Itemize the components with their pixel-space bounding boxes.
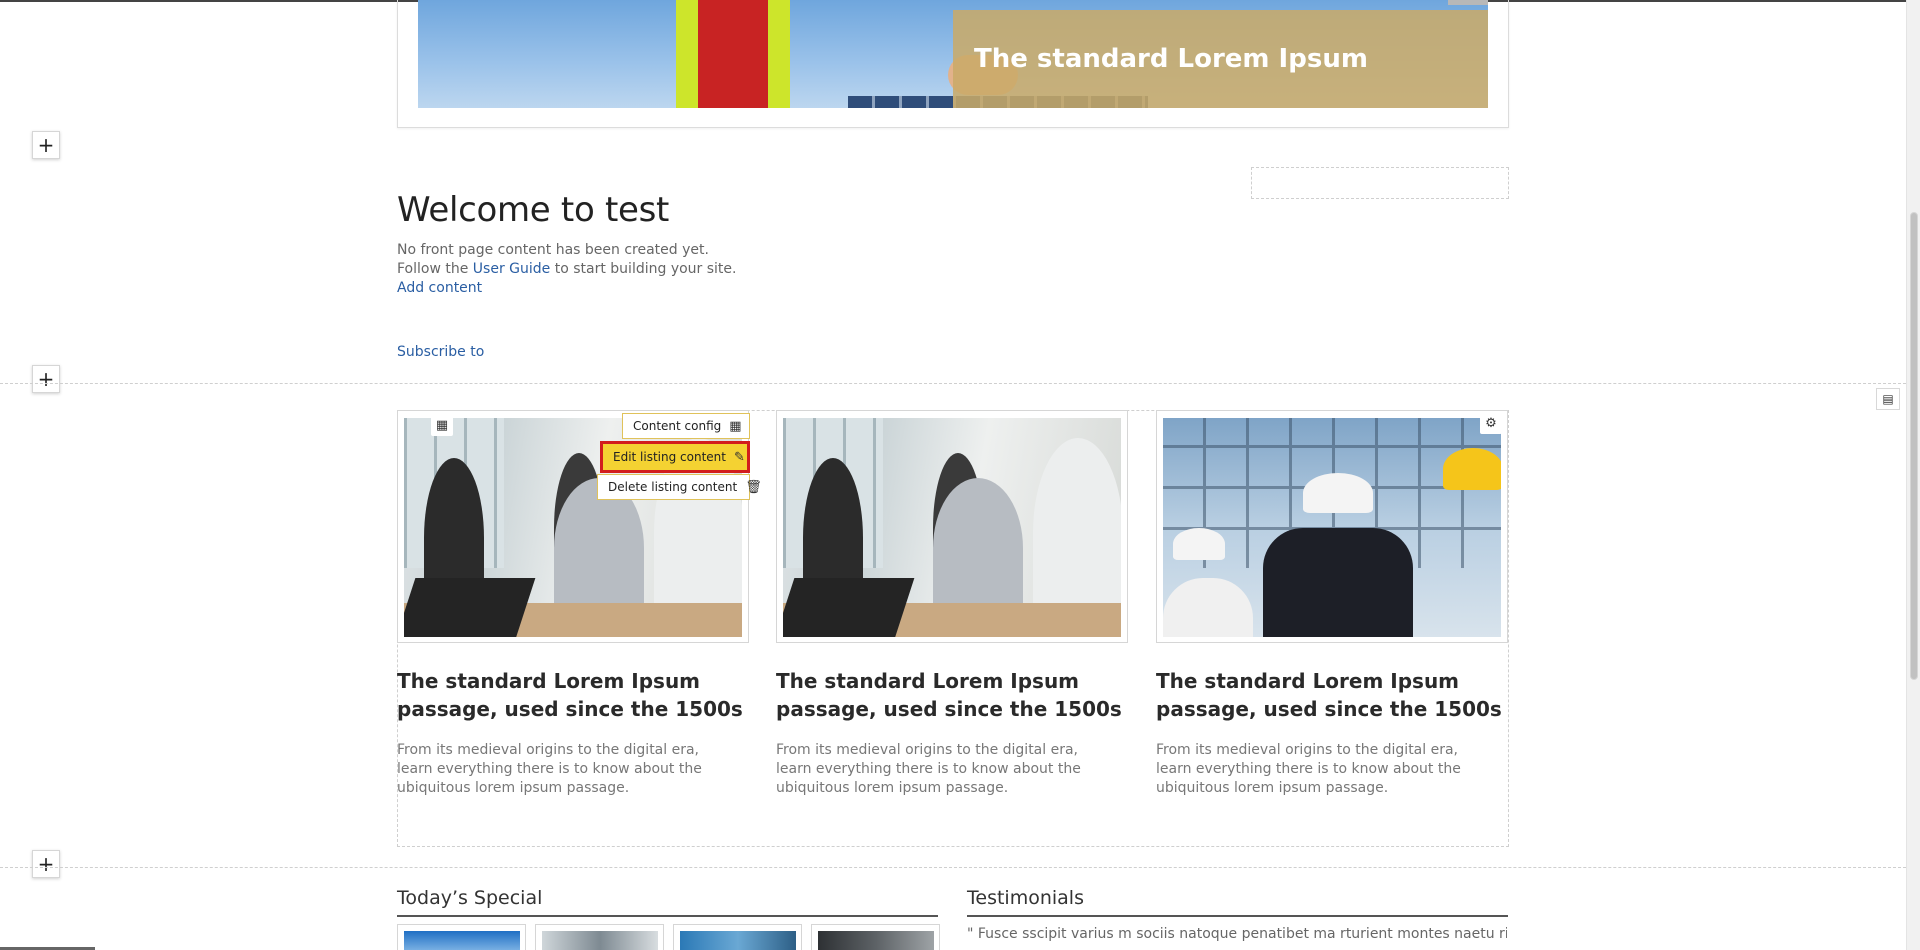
- edit-icon: ✎: [734, 449, 745, 465]
- card-description: From its medieval origins to the digital…: [397, 742, 702, 796]
- menu-item-label: Edit listing content: [613, 450, 726, 464]
- add-content-link[interactable]: Add content: [397, 280, 482, 296]
- hero-corner-handle[interactable]: [1448, 0, 1488, 5]
- special-thumbnail[interactable]: [535, 924, 664, 950]
- card-image: [1163, 418, 1501, 637]
- user-guide-line: Follow the User Guide to start building …: [397, 260, 737, 279]
- welcome-text: No front page content has been created y…: [397, 241, 737, 298]
- card-description: From its medieval origins to the digital…: [1156, 742, 1461, 796]
- card-image-frame: [776, 410, 1128, 643]
- card-title[interactable]: The standard Lorem Ipsum passage, used s…: [776, 667, 1128, 723]
- empty-region-placeholder[interactable]: [1251, 167, 1509, 199]
- menu-item-label: Content config: [633, 419, 722, 433]
- card-description: From its medieval origins to the digital…: [776, 742, 1081, 796]
- hero-title: The standard Lorem Ipsum: [974, 44, 1368, 74]
- user-guide-link[interactable]: User Guide: [473, 261, 550, 277]
- qr-config-icon: ▦: [729, 418, 742, 434]
- subscribe-link[interactable]: Subscribe to: [397, 344, 484, 360]
- delete-listing-content-menu-item[interactable]: Delete listing content 🗑: [597, 474, 762, 500]
- region-divider: [0, 867, 1906, 868]
- special-thumbnail[interactable]: [673, 924, 802, 950]
- qr-config-icon[interactable]: ▦: [431, 414, 453, 436]
- card-image: [783, 418, 1121, 637]
- content-config-menu-item[interactable]: Content config ▦: [622, 413, 750, 439]
- special-thumbnail[interactable]: [397, 924, 526, 950]
- no-content-message: No front page content has been created y…: [397, 242, 709, 258]
- settings-icon[interactable]: ⚙: [1480, 412, 1502, 434]
- card-title[interactable]: The standard Lorem Ipsum passage, used s…: [1156, 667, 1508, 723]
- user-guide-suffix: to start building your site.: [554, 261, 737, 277]
- page-title: Welcome to test: [397, 190, 670, 230]
- testimonials-heading: Testimonials: [967, 887, 1508, 917]
- add-block-button[interactable]: +: [32, 131, 60, 159]
- testimonial-text: " Fusce sscipit varius m sociis natoque …: [967, 926, 1507, 942]
- card-image-frame: [1156, 410, 1508, 643]
- card-title[interactable]: The standard Lorem Ipsum passage, used s…: [397, 667, 749, 723]
- todays-special-heading: Today’s Special: [397, 887, 938, 917]
- scrollbar-thumb[interactable]: [1910, 212, 1918, 680]
- page-scrollbar[interactable]: [1906, 0, 1920, 950]
- edit-listing-content-menu-item[interactable]: Edit listing content ✎: [600, 441, 750, 473]
- add-block-button[interactable]: +: [32, 365, 60, 393]
- menu-item-label: Delete listing content: [608, 480, 738, 494]
- special-thumbnail[interactable]: [811, 924, 940, 950]
- user-guide-prefix: Follow the: [397, 261, 469, 277]
- trash-icon: 🗑: [745, 479, 762, 495]
- hero-caption: The standard Lorem Ipsum: [953, 10, 1488, 108]
- region-divider: [0, 383, 1906, 384]
- layout-settings-icon[interactable]: ▤: [1876, 388, 1900, 410]
- add-block-button[interactable]: +: [32, 850, 60, 878]
